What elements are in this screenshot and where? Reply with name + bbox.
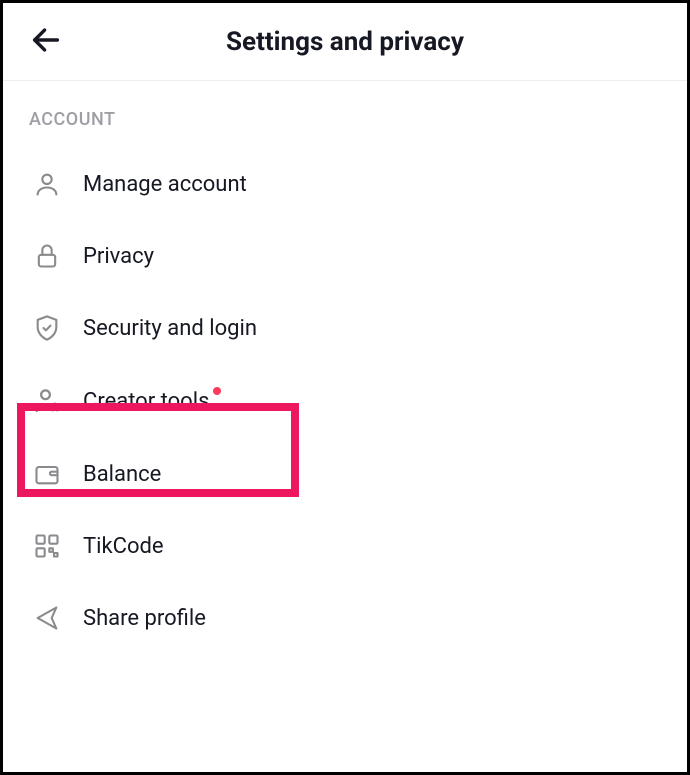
privacy-item[interactable]: Privacy: [29, 220, 661, 292]
item-label: Balance: [83, 462, 161, 487]
person-icon: [33, 170, 69, 198]
item-label: Manage account: [83, 172, 247, 197]
share-profile-item[interactable]: Share profile: [29, 582, 661, 654]
shield-icon: [33, 314, 69, 342]
item-label: Privacy: [83, 244, 154, 269]
lock-icon: [33, 242, 69, 270]
account-section: ACCOUNT Manage account Privacy Security …: [3, 81, 687, 654]
creator-tools-text: Creator tools: [83, 389, 209, 414]
person-star-icon: [33, 386, 69, 416]
back-button[interactable]: [29, 23, 63, 61]
tikcode-item[interactable]: TikCode: [29, 510, 661, 582]
wallet-icon: [33, 460, 69, 488]
creator-tools-item[interactable]: Creator tools: [29, 364, 661, 438]
item-label: TikCode: [83, 534, 164, 559]
item-label: Security and login: [83, 316, 257, 341]
back-arrow-icon: [29, 23, 63, 57]
share-icon: [33, 604, 69, 632]
manage-account-item[interactable]: Manage account: [29, 148, 661, 220]
qr-icon: [33, 532, 69, 560]
item-label: Share profile: [83, 606, 206, 631]
security-item[interactable]: Security and login: [29, 292, 661, 364]
header: Settings and privacy: [3, 3, 687, 81]
page-title: Settings and privacy: [23, 27, 667, 57]
item-label: Creator tools: [83, 389, 209, 414]
notification-dot-icon: [213, 387, 221, 395]
balance-item[interactable]: Balance: [29, 438, 661, 510]
section-label: ACCOUNT: [29, 109, 661, 130]
